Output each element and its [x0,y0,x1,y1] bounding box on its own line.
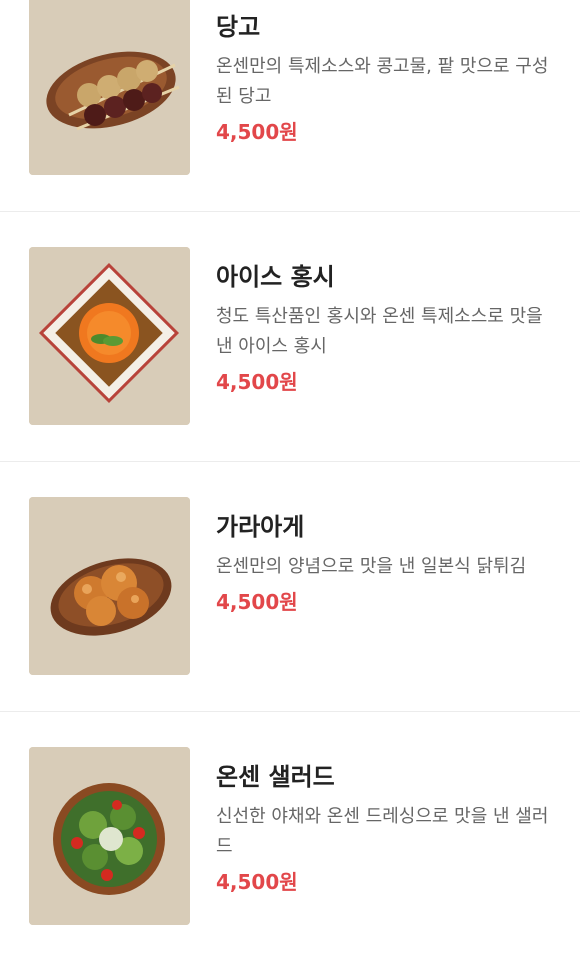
menu-item-info: 아이스 홍시 청도 특산품인 홍시와 온센 특제소스로 맛을 낸 아이스 홍시 … [216,262,562,396]
menu-item-info: 가라아게 온센만의 양념으로 맛을 낸 일본식 닭튀김 4,500원 [216,512,562,616]
dango-photo-icon [29,0,190,175]
menu-item-price: 4,500원 [216,120,298,144]
menu-item-price: 4,500원 [216,370,298,394]
menu-item-ice-persimmon[interactable]: 아이스 홍시 청도 특산품인 홍시와 온센 특제소스로 맛을 낸 아이스 홍시 … [0,212,580,462]
menu-item-dango[interactable]: 당고 온센만의 특제소스와 콩고물, 팥 맛으로 구성 된 당고 4,500원 [0,0,580,212]
menu-list: 당고 온센만의 특제소스와 콩고물, 팥 맛으로 구성 된 당고 4,500원 … [0,0,580,928]
menu-item-description: 신선한 야채와 온센 드레싱으로 맛을 낸 샐러드 [216,806,549,857]
karaage-photo-icon [29,497,190,675]
menu-item-info: 온센 샐러드 신선한 야채와 온센 드레싱으로 맛을 낸 샐러드 4,500원 [216,762,562,896]
menu-item-price: 4,500원 [216,590,298,614]
menu-item-name: 가라아게 [216,513,305,541]
menu-item-name: 아이스 홍시 [216,263,335,291]
ice-persimmon-photo-icon [29,247,190,425]
menu-item-info: 당고 온센만의 특제소스와 콩고물, 팥 맛으로 구성 된 당고 4,500원 [216,12,562,146]
menu-item-description: 온센만의 특제소스와 콩고물, 팥 맛으로 구성 된 당고 [216,56,549,107]
menu-item-price: 4,500원 [216,870,298,894]
menu-item-description: 청도 특산품인 홍시와 온센 특제소스로 맛을 낸 아이스 홍시 [216,306,543,357]
menu-item-name: 당고 [216,13,261,41]
menu-item-description: 온센만의 양념으로 맛을 낸 일본식 닭튀김 [216,556,527,577]
menu-item-salad[interactable]: 온센 샐러드 신선한 야채와 온센 드레싱으로 맛을 낸 샐러드 4,500원 [0,712,580,962]
salad-photo-icon [29,747,190,925]
menu-item-karaage[interactable]: 가라아게 온센만의 양념으로 맛을 낸 일본식 닭튀김 4,500원 [0,462,580,712]
menu-item-name: 온센 샐러드 [216,763,335,791]
